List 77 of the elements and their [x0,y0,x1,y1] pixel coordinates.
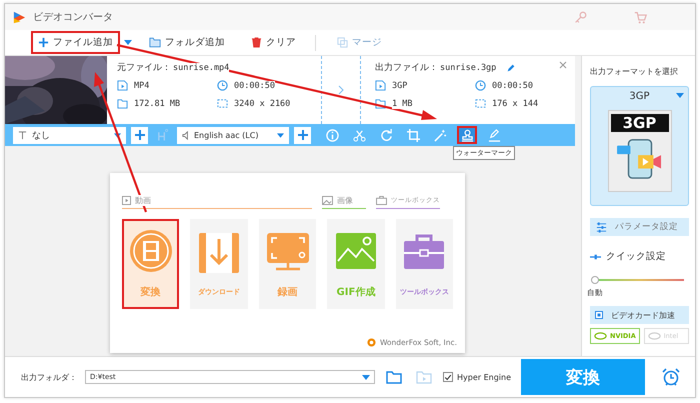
clock-icon [217,80,228,91]
video-folder-icon[interactable] [416,370,432,384]
plus-icon [38,37,49,48]
speaker-icon [182,130,191,140]
subtitle-dropdown[interactable]: なし [13,126,126,144]
video-file-icon [375,80,386,91]
quick-settings-label: クイック設定 [606,250,666,263]
clock-icon [475,80,486,91]
file-property: MP4 [134,80,150,90]
checkbox[interactable] [595,311,603,319]
add-audio-button[interactable] [294,126,311,144]
chevron-right-icon [338,85,344,95]
toolbar-button[interactable]: フォルダ追加 [142,31,232,54]
file-property: 00:00:50 [234,80,275,90]
folder-icon [149,37,161,48]
source-file-name: sunrise.mp4 [173,62,230,72]
h-icon [157,128,168,142]
convert-button[interactable]: 変換 [521,359,645,395]
output-folder-label: 出力フォルダ： [21,372,77,382]
pencil-icon[interactable] [506,62,516,72]
caret-icon [277,132,284,138]
caret-icon [676,93,684,98]
sliders-icon [596,222,607,232]
close-icon[interactable] [559,61,567,69]
output-file-name: sunrise.3gp [440,62,496,72]
oval-logo-icon [648,332,661,340]
source-file-label: 元ファイル： [117,62,171,74]
toolbar-button[interactable]: クリア [244,31,303,54]
app-logo-icon [13,10,26,24]
format-name: 3GP [629,91,650,102]
alarm-clock-icon[interactable] [661,367,681,387]
audio-track-dropdown[interactable]: English aac (LC) [177,126,289,144]
file-property: 1 MB [392,98,412,108]
plus-icon [134,129,146,141]
checkbox[interactable] [443,372,453,382]
resize-icon [217,98,228,109]
section-label: 動画 [135,195,151,206]
slider-icon [590,254,601,260]
text-icon [18,130,27,140]
folder-icon [117,98,128,109]
gpu-acceleration-toggle[interactable]: ビデオカード加速 [590,306,689,324]
toolbox-icon [376,196,387,205]
plus-icon [296,129,308,141]
trash-icon [251,37,262,48]
video-file-icon [117,80,128,91]
cart-icon[interactable] [634,10,647,24]
caret-icon[interactable] [124,40,132,45]
film-download-icon [197,231,242,275]
panel-heading: 出力フォーマットを選択 [590,66,679,77]
add-subtitle-button[interactable] [131,126,148,144]
caret-icon [114,132,121,138]
output-file-label: 出力ファイル： [375,62,438,74]
key-icon[interactable] [574,10,587,24]
resize-icon [475,98,486,109]
toolbar-button[interactable]: ファイル追加 [31,31,120,54]
video-icon [122,196,131,205]
merge-icon [337,37,348,48]
image-icon [322,196,333,205]
file-property: 00:00:50 [492,80,533,90]
file-property: 3240 x 2160 [234,98,290,108]
file-property: 3GP [392,80,408,90]
check-icon [444,372,452,382]
film-reel-icon [128,229,173,273]
hyper-engine-checkbox[interactable]: Hyper Engine [443,372,511,382]
format-file-icon: 3GP [608,110,672,192]
caret-icon [362,374,370,380]
section-label: 画像 [337,195,353,206]
file-property: 176 x 144 [492,98,538,108]
file-property: 172.81 MB [134,98,180,108]
folder-icon[interactable] [386,370,402,384]
folder-icon [375,98,386,109]
slider-thumb[interactable] [591,276,599,284]
watermark-tool-button[interactable] [457,126,477,144]
parameter-settings-button[interactable]: パラメータ設定 [590,218,689,236]
company-logo-icon [366,338,376,347]
format-selector[interactable]: 3GP 3GP [590,86,689,206]
window-title: ビデオコンバータ [33,11,113,24]
